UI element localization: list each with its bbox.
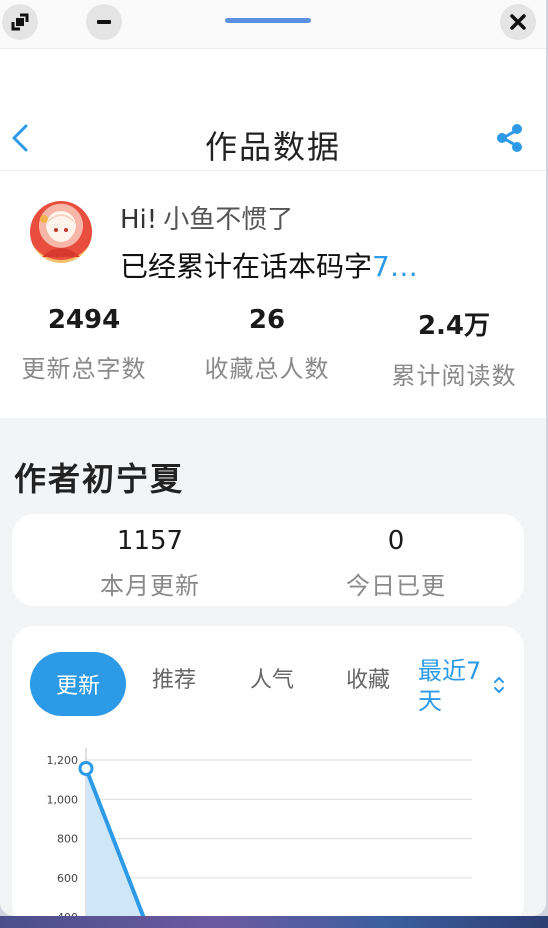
tab-favorites[interactable]: 收藏 xyxy=(346,662,390,694)
stat-label: 今日已更 xyxy=(346,572,446,600)
share-icon[interactable] xyxy=(494,122,526,154)
summary-prefix: 已经累计在话本码字 xyxy=(120,250,373,283)
stats-row: 2494 更新总字数 26 收藏总人数 2.4万 累计阅读数 xyxy=(0,305,546,395)
stat-value: 2.4万 xyxy=(417,311,491,341)
stat-total-favorites: 26 收藏总人数 xyxy=(177,305,357,384)
author-stats-card: 1157 本月更新 0 今日已更 xyxy=(12,514,524,606)
chevron-up-down-icon[interactable] xyxy=(492,674,506,696)
stat-label: 收藏总人数 xyxy=(204,355,330,383)
stat-label: 更新总字数 xyxy=(21,355,147,383)
avatar[interactable] xyxy=(30,201,92,263)
stat-label: 累计阅读数 xyxy=(391,362,517,390)
stat-label: 本月更新 xyxy=(100,572,200,600)
author-title: 作者初宁夏 xyxy=(14,460,185,498)
restore-button[interactable] xyxy=(2,4,38,40)
stat-value: 0 xyxy=(387,526,405,556)
page-title: 作品数据 xyxy=(204,128,341,166)
minimize-button[interactable] xyxy=(86,4,122,40)
stat-total-reads: 2.4万 累计阅读数 xyxy=(364,305,544,391)
restore-icon xyxy=(11,13,29,31)
stat-total-words: 2494 更新总字数 xyxy=(0,305,174,384)
data-point[interactable] xyxy=(78,760,94,776)
tab-popularity[interactable]: 人气 xyxy=(250,662,294,694)
app-window: 作品数据 Hi! 小鱼不惯了 已经累计在话本码字7… 2494 更新总字数 26… xyxy=(0,0,546,916)
stat-month-updates: 1157 本月更新 xyxy=(60,526,240,601)
y-tick-label: 1,200 xyxy=(47,754,79,767)
window-chrome xyxy=(0,0,546,49)
stat-today-updates: 0 今日已更 xyxy=(306,526,486,601)
greeting-text: Hi! xyxy=(120,205,158,235)
close-button[interactable] xyxy=(500,4,536,40)
tab-updates[interactable]: 更新 xyxy=(30,652,126,716)
update-chart: 1,2001,000800600400 xyxy=(47,748,472,916)
summary-line: 已经累计在话本码字7… xyxy=(120,245,480,285)
y-tick-label: 600 xyxy=(57,872,78,885)
y-tick-label: 1,000 xyxy=(47,793,79,806)
close-icon xyxy=(510,14,526,30)
stat-value: 2494 xyxy=(47,305,121,335)
username: 小鱼不惯了 xyxy=(163,205,294,235)
author-section: 作者初宁夏 1157 本月更新 0 今日已更 更新 推荐 人气 收藏 最近7天 xyxy=(0,418,546,916)
drag-handle[interactable] xyxy=(225,18,311,23)
stat-value: 26 xyxy=(248,305,286,335)
metric-tabs: 更新 推荐 人气 收藏 最近7天 xyxy=(12,648,524,728)
chart-card: 更新 推荐 人气 收藏 最近7天 1,2001,000800600400 xyxy=(12,626,524,916)
minimize-icon xyxy=(97,20,111,24)
stat-value: 1157 xyxy=(116,526,184,556)
range-select[interactable]: 最近7天 xyxy=(418,656,494,716)
profile-section: Hi! 小鱼不惯了 已经累计在话本码字7… 2494 更新总字数 26 收藏总人数… xyxy=(0,171,546,417)
tab-recommend[interactable]: 推荐 xyxy=(152,662,196,694)
desktop-background xyxy=(0,916,548,928)
greeting: Hi! 小鱼不惯了 xyxy=(120,199,293,236)
summary-value: 7… xyxy=(372,250,418,283)
y-tick-label: 800 xyxy=(57,833,78,846)
avatar-illustration xyxy=(40,214,80,257)
title-bar: 作品数据 xyxy=(0,110,546,171)
